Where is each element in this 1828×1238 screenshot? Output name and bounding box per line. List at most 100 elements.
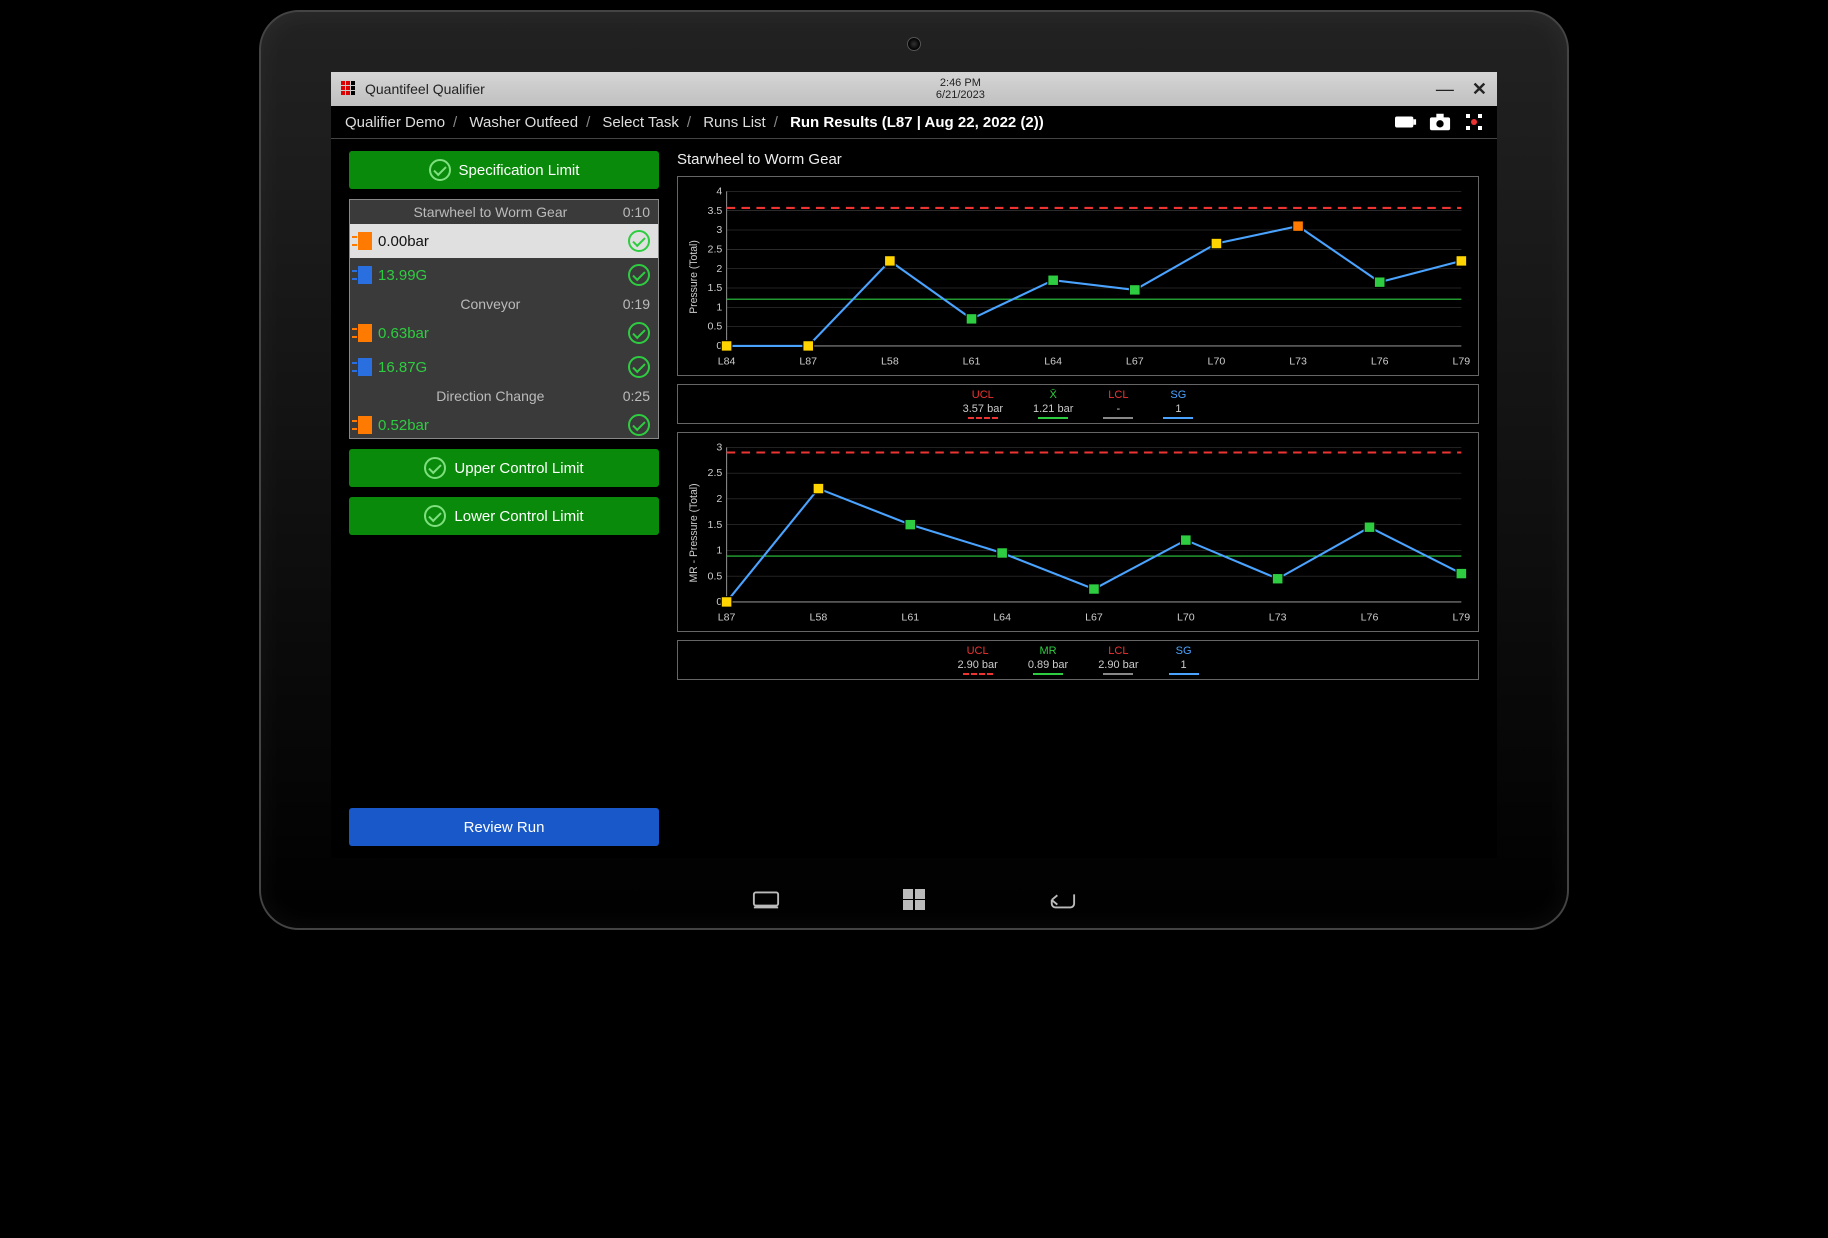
svg-text:L58: L58 <box>881 356 899 368</box>
camera-icon[interactable] <box>1429 112 1451 132</box>
list-section-header: Conveyor0:19 <box>350 292 658 316</box>
check-icon <box>424 505 446 527</box>
chart-title: Starwheel to Worm Gear <box>677 151 1479 168</box>
app-title: Quantifeel Qualifier <box>365 81 485 97</box>
list-item[interactable]: 13.99G <box>350 258 658 292</box>
charts-panel: Starwheel to Worm GearPressure (Total)00… <box>677 151 1479 846</box>
app-screen: Quantifeel Qualifier 2:46 PM 6/21/2023 —… <box>331 72 1497 858</box>
list-section-header: Direction Change0:25 <box>350 384 658 408</box>
chart-legend: UCL2.90 barMR0.89 barLCL2.90 barSG1 <box>677 640 1479 680</box>
svg-text:L87: L87 <box>799 356 817 368</box>
sensor-icon <box>358 416 372 434</box>
svg-text:L76: L76 <box>1371 356 1389 368</box>
crumb-3[interactable]: Runs List <box>703 114 766 131</box>
svg-text:0.5: 0.5 <box>708 570 723 582</box>
svg-text:1.5: 1.5 <box>708 519 723 531</box>
mr-chart: MR - Pressure (Total)00.511.522.53L87L58… <box>677 432 1479 632</box>
check-icon <box>628 356 650 378</box>
camera-dot <box>907 37 921 51</box>
svg-text:1: 1 <box>716 302 722 314</box>
svg-text:L87: L87 <box>718 612 736 624</box>
svg-text:3: 3 <box>716 442 722 454</box>
main-content: Specification Limit Starwheel to Worm Ge… <box>331 139 1497 858</box>
sensor-icon <box>358 324 372 342</box>
list-item[interactable]: 16.87G <box>350 350 658 384</box>
svg-text:3: 3 <box>716 224 722 236</box>
svg-text:2: 2 <box>716 263 722 275</box>
window-close-button[interactable]: ✕ <box>1472 79 1487 100</box>
svg-text:MR - Pressure (Total): MR - Pressure (Total) <box>688 483 700 582</box>
svg-text:L64: L64 <box>993 612 1011 624</box>
list-item[interactable]: 0.52bar <box>350 408 658 439</box>
svg-text:L76: L76 <box>1361 612 1379 624</box>
ucl-label: Upper Control Limit <box>454 460 583 477</box>
check-icon <box>628 414 650 436</box>
lcl-button[interactable]: Lower Control Limit <box>349 497 659 535</box>
review-run-label: Review Run <box>464 819 545 836</box>
list-section-header: Starwheel to Worm Gear0:10 <box>350 200 658 224</box>
battery-icon <box>1395 112 1417 132</box>
app-icon <box>341 81 357 97</box>
svg-text:Pressure (Total): Pressure (Total) <box>688 240 700 314</box>
svg-text:1: 1 <box>716 545 722 557</box>
measurements-list[interactable]: Starwheel to Worm Gear0:10 0.00bar 13.99G C… <box>349 199 659 439</box>
check-icon <box>429 159 451 181</box>
chart-legend: UCL3.57 barX̄1.21 barLCL-SG1 <box>677 384 1479 424</box>
svg-text:L84: L84 <box>718 356 736 368</box>
svg-text:L79: L79 <box>1452 612 1470 624</box>
record-icon[interactable] <box>1463 112 1485 132</box>
list-item-value: 0.00bar <box>378 233 429 250</box>
review-run-button[interactable]: Review Run <box>349 808 659 846</box>
svg-text:L73: L73 <box>1269 612 1287 624</box>
svg-text:L67: L67 <box>1126 356 1144 368</box>
list-item[interactable]: 0.63bar <box>350 316 658 350</box>
check-icon <box>628 322 650 344</box>
breadcrumb-bar: Qualifier Demo/ Washer Outfeed/ Select T… <box>331 106 1497 139</box>
tablet-frame: Quantifeel Qualifier 2:46 PM 6/21/2023 —… <box>259 10 1569 930</box>
crumb-0[interactable]: Qualifier Demo <box>345 114 445 131</box>
spec-limit-label: Specification Limit <box>459 162 580 179</box>
ucl-button[interactable]: Upper Control Limit <box>349 449 659 487</box>
svg-text:L61: L61 <box>901 612 919 624</box>
list-item[interactable]: 0.00bar <box>350 224 658 258</box>
left-panel: Specification Limit Starwheel to Worm Ge… <box>349 151 659 846</box>
home-icon[interactable] <box>900 888 928 910</box>
crumb-2[interactable]: Select Task <box>602 114 678 131</box>
svg-text:L79: L79 <box>1452 356 1470 368</box>
svg-text:L70: L70 <box>1177 612 1195 624</box>
svg-text:L73: L73 <box>1289 356 1307 368</box>
recent-apps-icon[interactable] <box>752 888 780 910</box>
list-item-value: 0.52bar <box>378 417 429 434</box>
check-icon <box>628 264 650 286</box>
clock-time: 2:46 PM <box>936 77 985 89</box>
svg-text:0.5: 0.5 <box>708 321 723 333</box>
breadcrumbs: Qualifier Demo/ Washer Outfeed/ Select T… <box>343 114 1046 131</box>
svg-text:L58: L58 <box>810 612 828 624</box>
svg-text:4: 4 <box>716 186 722 198</box>
back-icon[interactable] <box>1048 888 1076 910</box>
lcl-label: Lower Control Limit <box>454 508 583 525</box>
svg-text:L61: L61 <box>963 356 981 368</box>
crumb-1[interactable]: Washer Outfeed <box>469 114 578 131</box>
svg-text:2.5: 2.5 <box>708 244 723 256</box>
svg-text:L67: L67 <box>1085 612 1103 624</box>
sensor-icon <box>358 358 372 376</box>
list-item-value: 0.63bar <box>378 325 429 342</box>
check-icon <box>628 230 650 252</box>
svg-text:3.5: 3.5 <box>708 205 723 217</box>
check-icon <box>424 457 446 479</box>
sensor-icon <box>358 232 372 250</box>
svg-text:2.5: 2.5 <box>708 467 723 479</box>
list-item-value: 13.99G <box>378 267 427 284</box>
svg-text:1.5: 1.5 <box>708 282 723 294</box>
window-titlebar: Quantifeel Qualifier 2:46 PM 6/21/2023 —… <box>331 72 1497 106</box>
clock-date: 6/21/2023 <box>936 89 985 101</box>
crumb-4: Run Results (L87 | Aug 22, 2022 (2)) <box>790 114 1044 131</box>
window-minimize-button[interactable]: — <box>1436 79 1454 100</box>
svg-text:L64: L64 <box>1044 356 1062 368</box>
spec-limit-button[interactable]: Specification Limit <box>349 151 659 189</box>
sensor-icon <box>358 266 372 284</box>
tablet-nav-buttons <box>752 888 1076 910</box>
pressure-chart: Pressure (Total)00.511.522.533.54L84L87L… <box>677 176 1479 376</box>
list-item-value: 16.87G <box>378 359 427 376</box>
